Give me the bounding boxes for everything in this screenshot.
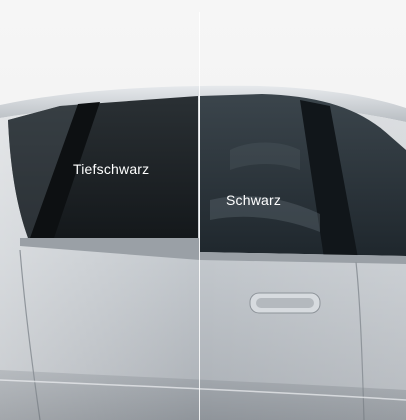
tint-comparison-image: Tiefschwarz Schwarz [0, 0, 406, 420]
tint-label-schwarz: Schwarz [226, 192, 282, 208]
comparison-divider [199, 12, 200, 420]
car-side-illustration [0, 0, 406, 420]
tint-label-tiefschwarz: Tiefschwarz [73, 161, 150, 177]
